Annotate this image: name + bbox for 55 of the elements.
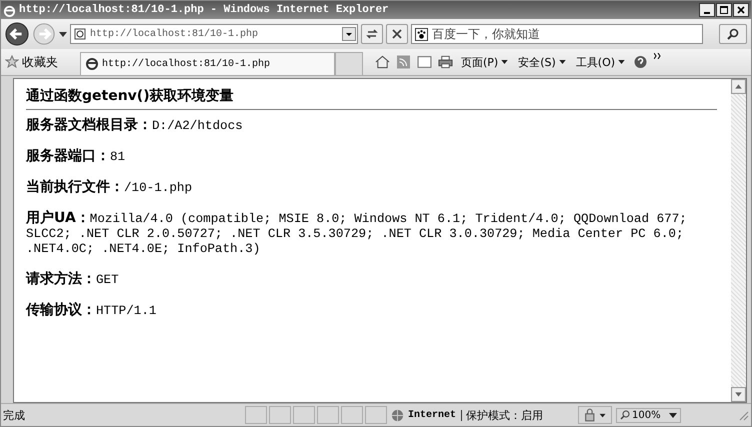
scrollbar[interactable] (731, 79, 746, 402)
search-icon (726, 27, 740, 41)
close-icon (390, 27, 404, 41)
refresh-icon (365, 27, 379, 41)
feed-icon[interactable] (396, 55, 411, 69)
caret-icon (558, 60, 566, 64)
help-icon[interactable] (633, 55, 648, 69)
search-button[interactable] (719, 24, 747, 44)
status-text: 完成 (3, 408, 26, 422)
close-icon (736, 5, 746, 15)
minimize-button[interactable] (699, 3, 715, 17)
home-icon[interactable] (375, 55, 390, 69)
menu-button[interactable]: 安全(S) (516, 54, 568, 70)
back-button[interactable] (5, 22, 29, 46)
zone-label: Internet (408, 410, 462, 420)
info-line: 请求方法：GET (26, 272, 120, 288)
magnifier-icon (620, 410, 630, 420)
zoom-button[interactable]: 100% (616, 408, 681, 422)
info-line: 传输协议：HTTP/1.1 (26, 303, 158, 319)
resize-grip-icon[interactable] (737, 409, 749, 421)
printer-icon[interactable] (438, 55, 453, 69)
chevron-icon[interactable] (654, 53, 662, 59)
info-line: 当前执行文件：/10-1.php (26, 180, 194, 196)
address-field[interactable]: http://localhost:81/10-1.php (70, 24, 358, 44)
info-line: 用户UA：Mozilla/4.0 (compatible; MSIE 8.0; Windows NT 6.1; Trident/4.0; QQDownload 677; SLCC2; .NET CLR 2.0.50727; .NET CLR 3.5.30729; .NET CLR 3.0.30729; Media Center PC 6.0; .NET4.0C; .NET4.0E; InfoPath.3) (26, 211, 688, 257)
browser-tab[interactable]: http://localhost:81/10-1.php (80, 52, 335, 75)
info-line: 服务器文档根目录：D:/A2/htdocs (26, 118, 244, 134)
maximize-icon (719, 5, 729, 15)
favorites-button[interactable]: 收藏夹 (5, 54, 58, 70)
page-heading: 通过函数getenv()获取环境变量 (26, 86, 235, 106)
maximize-button[interactable] (716, 3, 732, 17)
browser-logo-icon (3, 4, 16, 16)
minimize-icon (704, 12, 710, 14)
info-line: 服务器端口：81 (26, 149, 126, 165)
caret-icon (618, 60, 626, 64)
caret-icon[interactable] (59, 32, 67, 36)
security-icon[interactable] (578, 406, 612, 424)
window-title: http://localhost:81/10-1.php - Windows Internet Explorer (19, 4, 390, 16)
caret-icon (668, 412, 677, 418)
scroll-up-button[interactable] (731, 79, 746, 94)
globe-icon (391, 408, 404, 422)
refresh-button[interactable] (361, 24, 383, 44)
caret-icon (501, 60, 508, 64)
menu-button[interactable]: 工具(O) (574, 54, 628, 70)
menu-button[interactable]: 页面(P) (459, 54, 510, 70)
stop-button[interactable] (386, 24, 408, 44)
scroll-down-button[interactable] (731, 387, 746, 402)
close-button[interactable] (733, 3, 749, 17)
search-field[interactable]: 百度一下，你就知道 (411, 24, 703, 44)
page-icon (74, 28, 86, 40)
browser-logo-icon (85, 57, 99, 71)
protected-mode-label: 保护模式：启用 (466, 408, 544, 422)
dropdown-icon[interactable] (342, 27, 356, 41)
paw-icon (415, 28, 428, 41)
star-icon (5, 55, 19, 69)
